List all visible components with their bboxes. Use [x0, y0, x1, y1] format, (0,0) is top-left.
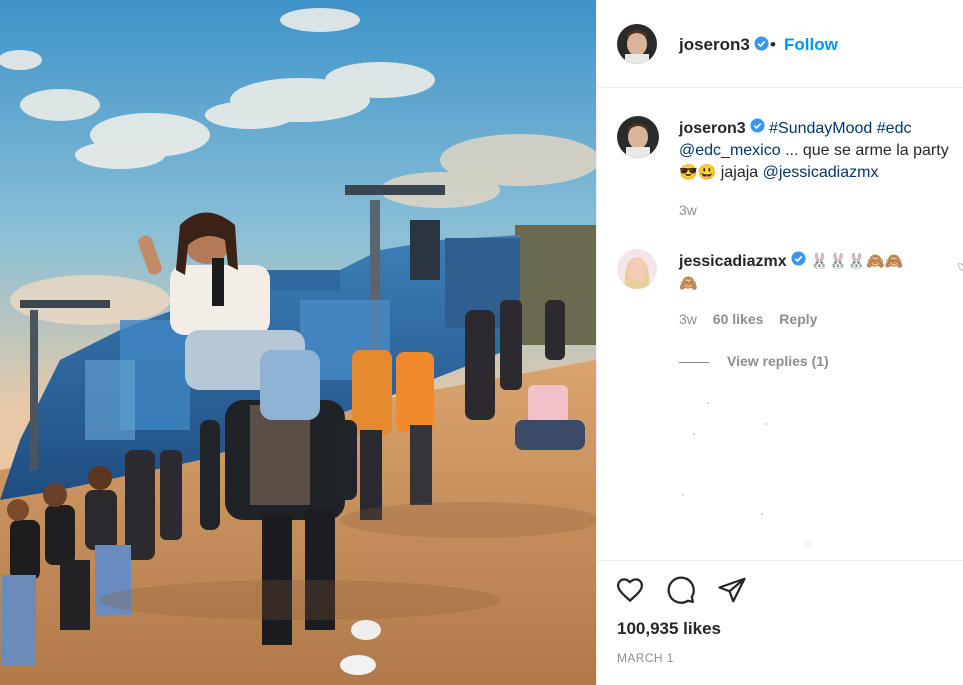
view-replies-button[interactable]: View replies (1) [679, 353, 829, 369]
post-side-panel: joseron3 • Follow joseron3 #SundayMood #… [596, 0, 963, 685]
caption-avatar[interactable] [617, 116, 659, 158]
caption-text: joseron3 #SundayMood #edc @edc_mexico ..… [679, 118, 963, 184]
hashtag-edc[interactable]: #edc [877, 120, 912, 137]
loading-dot [693, 433, 695, 435]
heart-icon[interactable] [615, 575, 645, 610]
comment-meta: 3w 60 likes Reply [679, 311, 829, 327]
festival-photo-image [0, 0, 596, 685]
loading-dot [761, 513, 763, 515]
comment-emojis-line2: 🙈 [679, 275, 698, 293]
verified-badge-icon [754, 35, 769, 56]
comment-text: jessicadiazmx 🐰🐰🐰🙈🙈 🙈 [679, 251, 963, 295]
loading-dot [707, 402, 709, 404]
author-avatar[interactable] [617, 24, 657, 64]
view-replies-label: View replies (1) [727, 353, 829, 369]
post-actions: 100,935 likes MARCH 1 [597, 560, 963, 685]
caption-body: ... que se arme la party [780, 142, 949, 160]
comment-emojis: 🐰🐰🐰🙈🙈 [810, 253, 904, 271]
header-separator: • [770, 35, 776, 54]
loading-dot [682, 494, 684, 496]
send-icon[interactable] [717, 575, 747, 610]
caption-time[interactable]: 3w [679, 202, 697, 218]
replies-divider [679, 361, 709, 363]
caption-avatar-image [617, 116, 659, 158]
caption-username[interactable]: joseron3 [679, 120, 746, 137]
caption-emojis: 😎😃 [679, 164, 717, 182]
commenter-avatar[interactable] [617, 249, 657, 289]
author-username-text[interactable]: joseron3 [679, 35, 750, 54]
mention-jessicadiazmx[interactable]: @jessicadiazmx [763, 164, 879, 181]
loading-dot [807, 543, 809, 545]
loading-dot [765, 423, 767, 425]
author-avatar-image [617, 24, 657, 64]
post-date[interactable]: MARCH 1 [617, 651, 674, 665]
follow-button[interactable]: Follow [784, 35, 838, 55]
comment-time[interactable]: 3w [679, 311, 697, 327]
verified-badge-icon [750, 118, 765, 140]
comment-icon[interactable] [666, 575, 696, 610]
post-header: joseron3 • Follow [597, 0, 963, 88]
author-username[interactable]: joseron3 [679, 35, 769, 56]
commenter-avatar-image [617, 249, 657, 289]
comment-like-heart-icon[interactable]: ♡ [957, 261, 963, 274]
like-count[interactable]: 100,935 likes [617, 619, 721, 639]
comment-likes[interactable]: 60 likes [713, 311, 764, 327]
commenter-username[interactable]: jessicadiazmx [679, 253, 787, 270]
caption-end-text: jajaja [716, 164, 763, 182]
hashtag-sundaymood[interactable]: #SundayMood [769, 120, 872, 137]
verified-badge-icon [791, 251, 806, 273]
comment-reply-button[interactable]: Reply [779, 311, 817, 327]
caption-meta: 3w [679, 202, 709, 218]
post-photo[interactable] [0, 0, 596, 685]
mention-edc-mexico[interactable]: @edc_mexico [679, 142, 781, 159]
